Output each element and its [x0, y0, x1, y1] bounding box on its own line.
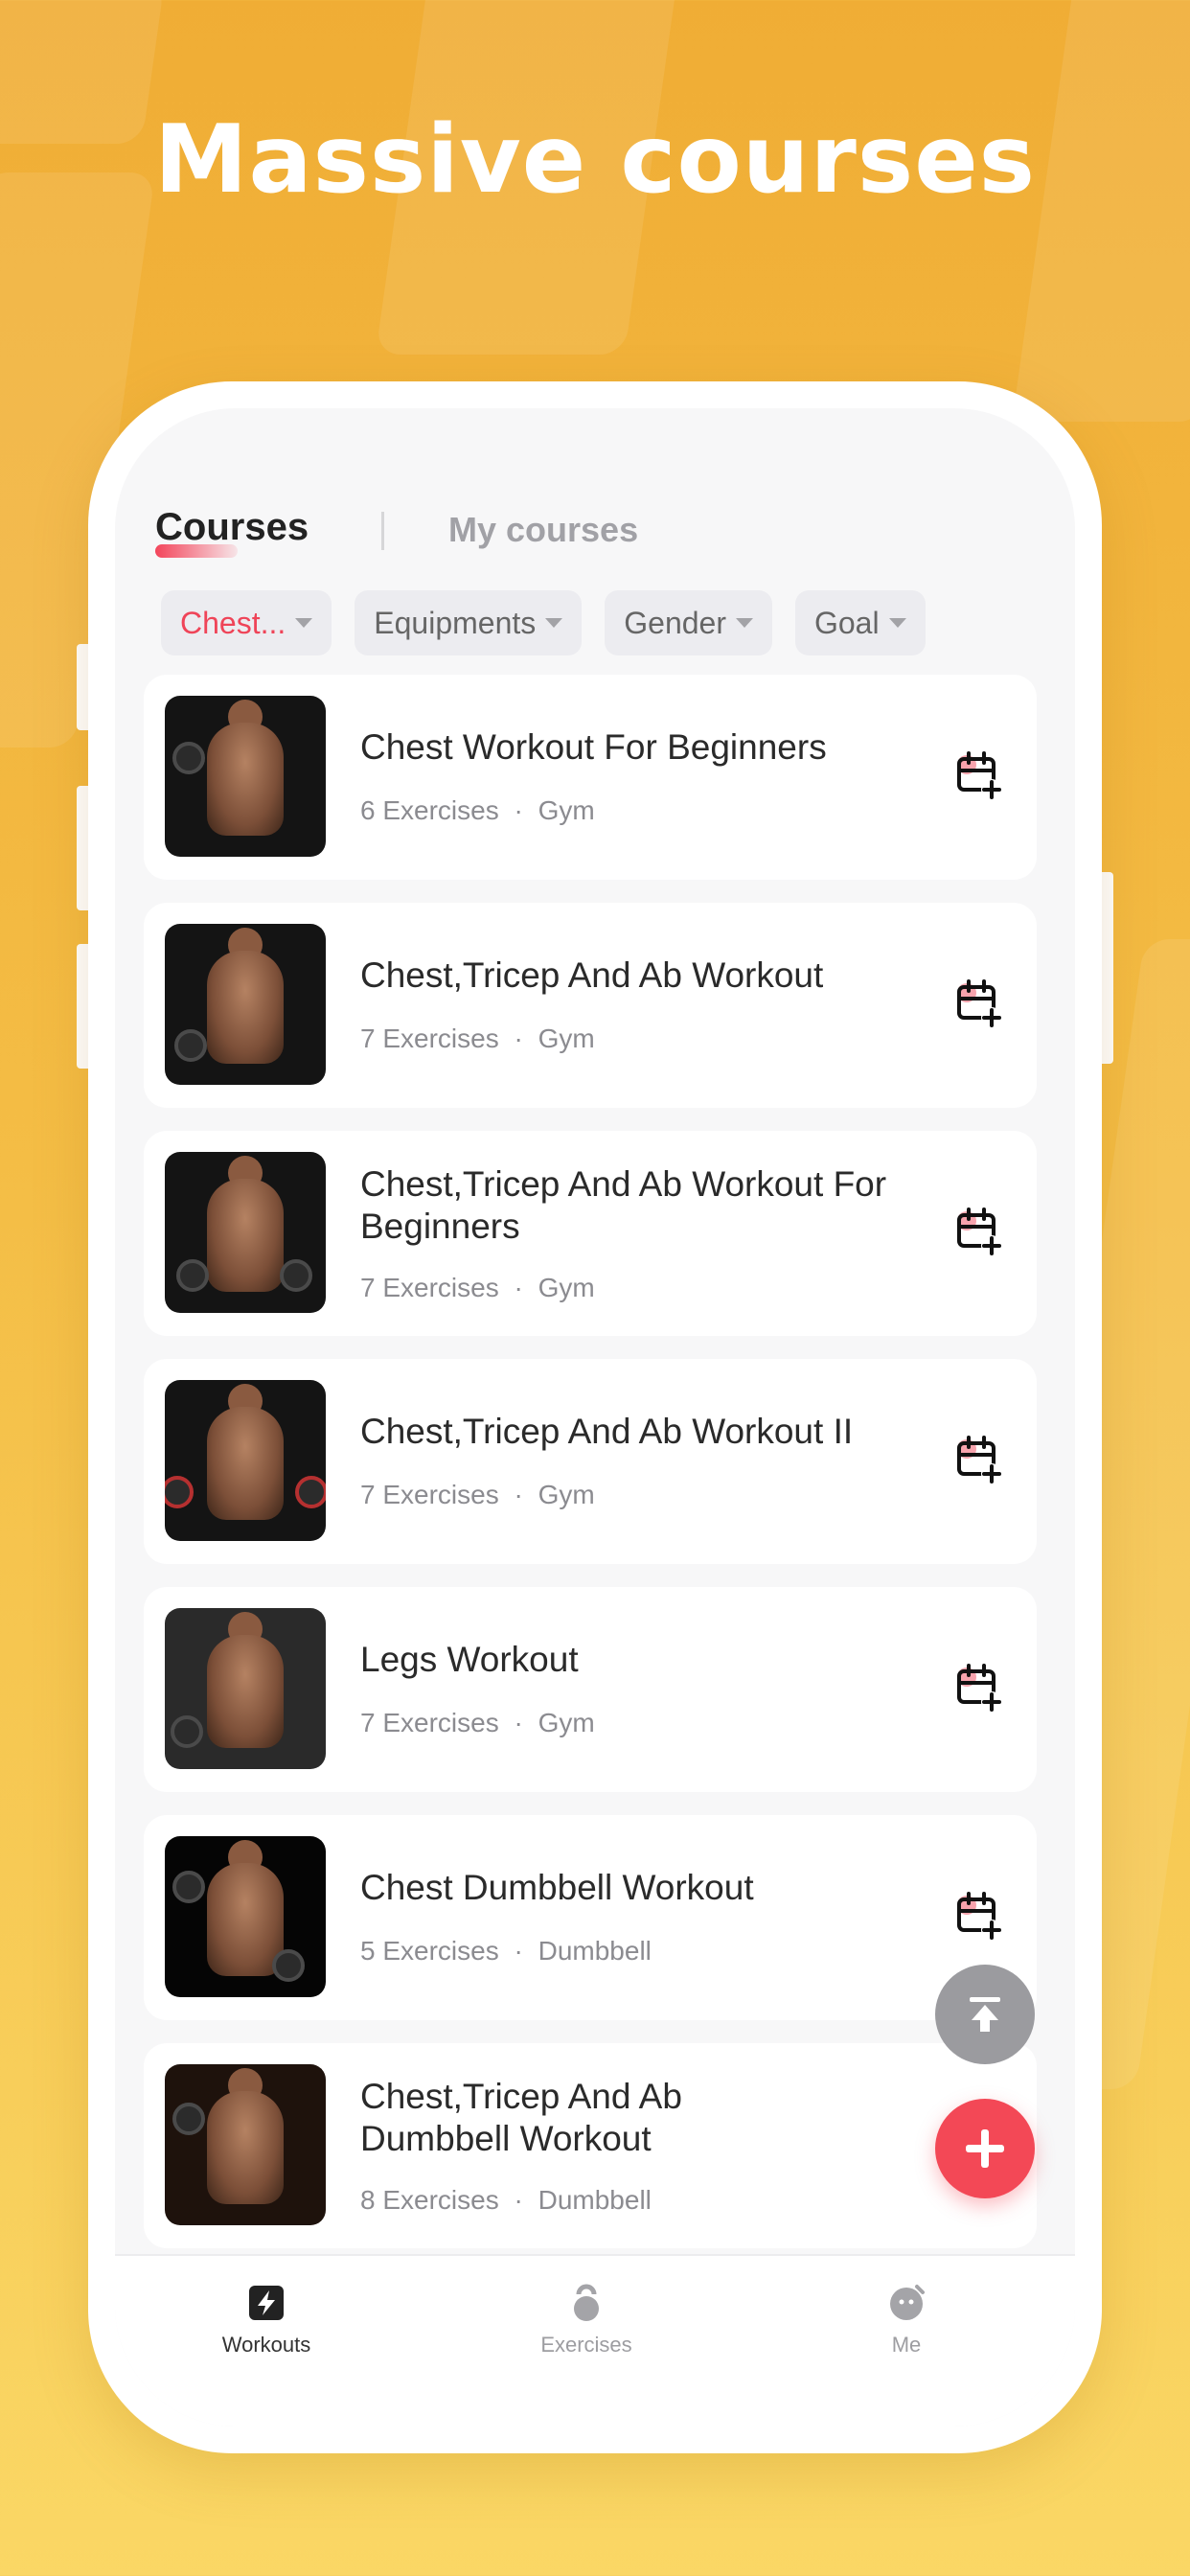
calendar-add-icon[interactable] — [953, 978, 1007, 1031]
tab-divider — [381, 512, 384, 550]
meta-separator: · — [514, 2185, 523, 2215]
nav-item-me[interactable]: Me — [811, 2283, 1002, 2358]
lightning-icon — [249, 2286, 284, 2320]
meta-separator: · — [514, 795, 523, 825]
filter-chip-goal[interactable]: Goal — [794, 590, 926, 656]
workout-meta: 5 Exercises · Dumbbell — [360, 1936, 652, 1966]
workout-exercise-count: 8 Exercises — [360, 2185, 499, 2215]
workout-title: Chest,Tricep And Ab Workout — [360, 955, 824, 995]
nav-label: Me — [891, 2333, 922, 2357]
caret-down-icon — [888, 618, 906, 628]
workout-card[interactable]: Chest,Tricep And Ab Workout II 7 Exercis… — [144, 1359, 1037, 1564]
workout-exercise-count: 7 Exercises — [360, 1480, 499, 1509]
add-workout-button[interactable] — [935, 2099, 1035, 2198]
workout-card[interactable]: Chest,Tricep And Ab Workout 7 Exercises … — [144, 903, 1037, 1108]
filter-chip-gender[interactable]: Gender — [605, 590, 772, 656]
workout-equipment: Gym — [538, 1273, 595, 1302]
workout-thumbnail — [165, 1380, 326, 1541]
workout-thumbnail — [165, 696, 326, 857]
nav-item-workouts[interactable]: Workouts — [171, 2283, 362, 2358]
workout-meta: 7 Exercises · Gym — [360, 1480, 595, 1510]
workout-meta: 7 Exercises · Gym — [360, 1024, 595, 1054]
workout-meta: 7 Exercises · Gym — [360, 1708, 595, 1738]
workout-card[interactable]: Chest,Tricep And Ab Dumbbell Workout 8 E… — [144, 2043, 1037, 2248]
workout-equipment: Dumbbell — [538, 2185, 652, 2215]
workout-thumbnail — [165, 924, 326, 1085]
workout-equipment: Gym — [538, 1708, 595, 1737]
workout-exercise-count: 7 Exercises — [360, 1708, 499, 1737]
workout-card[interactable]: Chest,Tricep And Ab Workout For Beginner… — [144, 1131, 1037, 1336]
workout-card[interactable]: Chest Dumbbell Workout 5 Exercises · Dum… — [144, 1815, 1037, 2020]
workout-exercise-count: 7 Exercises — [360, 1024, 499, 1053]
workout-exercise-count: 6 Exercises — [360, 795, 499, 825]
meta-separator: · — [514, 1708, 523, 1737]
nav-label: Workouts — [221, 2333, 311, 2357]
workout-title: Chest Workout For Beginners — [360, 727, 827, 767]
calendar-add-icon[interactable] — [953, 1434, 1007, 1487]
filter-chip-label: Chest... — [180, 605, 286, 640]
filter-chip-category[interactable]: Chest... — [161, 590, 332, 656]
nav-item-exercises[interactable]: Exercises — [491, 2283, 682, 2358]
app-screen: Courses My courses Chest... Equipments G… — [115, 408, 1075, 2426]
filter-chip-label: Equipments — [374, 605, 537, 640]
calendar-add-icon[interactable] — [953, 1662, 1007, 1715]
plus-icon — [966, 2129, 1004, 2168]
workout-thumbnail — [165, 1608, 326, 1769]
nav-label: Exercises — [540, 2333, 632, 2357]
profile-icon — [890, 2285, 925, 2320]
workout-meta: 8 Exercises · Dumbbell — [360, 2185, 652, 2216]
meta-separator: · — [514, 1024, 523, 1053]
caret-down-icon — [735, 618, 753, 628]
calendar-add-icon[interactable] — [953, 1206, 1007, 1259]
meta-separator: · — [514, 1273, 523, 1302]
calendar-add-icon[interactable] — [953, 749, 1007, 803]
filter-chip-label: Gender — [624, 605, 726, 640]
workout-thumbnail — [165, 2064, 326, 2225]
workout-thumbnail — [165, 1152, 326, 1313]
caret-down-icon — [545, 618, 563, 628]
calendar-add-icon[interactable] — [953, 1890, 1007, 1944]
tab-my-courses[interactable]: My courses — [448, 510, 638, 550]
workout-thumbnail — [165, 1836, 326, 1997]
workout-equipment: Gym — [538, 795, 595, 825]
meta-separator: · — [514, 1480, 523, 1509]
workout-exercise-count: 7 Exercises — [360, 1273, 499, 1302]
caret-down-icon — [295, 618, 313, 628]
workout-meta: 6 Exercises · Gym — [360, 795, 595, 826]
tab-courses[interactable]: Courses — [155, 506, 309, 549]
bottom-nav: Workouts Exercises Me — [115, 2254, 1075, 2426]
filter-bar: Chest... Equipments Gender Goal — [161, 590, 926, 656]
meta-separator: · — [514, 1936, 523, 1966]
scroll-to-top-button[interactable] — [935, 1965, 1035, 2064]
workout-title: Legs Workout — [360, 1640, 579, 1679]
filter-chip-label: Goal — [813, 605, 880, 640]
scroll-to-top-icon — [970, 1997, 1000, 2032]
workout-title: Chest,Tricep And Ab Workout II — [360, 1412, 854, 1451]
workout-card[interactable]: Legs Workout 7 Exercises · Gym — [144, 1587, 1037, 1792]
workout-exercise-count: 5 Exercises — [360, 1936, 499, 1966]
workout-title: Chest,Tricep And Ab Dumbbell Workout — [360, 2077, 682, 2158]
workout-title: Chest,Tricep And Ab Workout For Beginner… — [360, 1164, 887, 1246]
workout-card[interactable]: Chest Workout For Beginners 6 Exercises … — [144, 675, 1037, 880]
workout-meta: 7 Exercises · Gym — [360, 1273, 595, 1303]
workout-equipment: Gym — [538, 1024, 595, 1053]
kettlebell-icon — [574, 2284, 599, 2321]
headline: Massive courses — [153, 105, 1037, 215]
workout-equipment: Dumbbell — [538, 1936, 652, 1966]
workout-title: Chest Dumbbell Workout — [360, 1868, 754, 1907]
filter-chip-equipments[interactable]: Equipments — [355, 590, 583, 656]
workout-equipment: Gym — [538, 1480, 595, 1509]
